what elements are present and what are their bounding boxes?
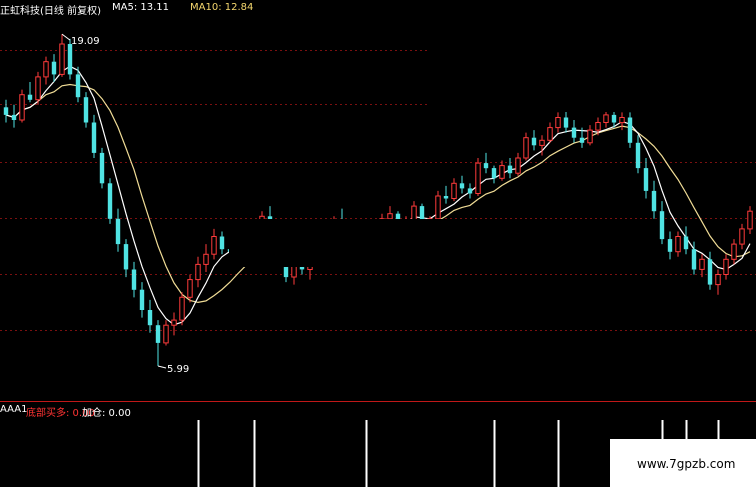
candle-body — [563, 117, 569, 128]
candle-body — [699, 258, 705, 270]
candle-body — [555, 117, 561, 129]
candle-body — [707, 259, 713, 285]
candle-body — [571, 127, 577, 138]
candle-body — [211, 236, 217, 255]
candle-body — [451, 182, 457, 200]
indicator-name: AAA1 — [0, 404, 28, 415]
candle-body — [131, 269, 137, 290]
chart-title: 正虹科技(日线 前复权) — [0, 6, 101, 17]
candle-body — [27, 94, 33, 100]
ma10-line — [5, 83, 751, 304]
overlay-block-middle — [229, 219, 526, 267]
candle-body — [107, 183, 113, 219]
candle-body — [115, 218, 121, 245]
candle-body — [147, 310, 153, 326]
overlay-block-top-right — [428, 0, 756, 112]
candle-body — [443, 196, 449, 199]
candle-body — [643, 168, 649, 191]
candle-body — [203, 253, 209, 265]
candle-body — [59, 43, 65, 75]
candle-body — [475, 162, 481, 195]
candle-body — [139, 289, 145, 310]
candle-body — [51, 61, 57, 75]
candle-body — [35, 76, 41, 101]
candle-body — [3, 107, 9, 115]
candle-body — [547, 127, 553, 141]
candle-body — [459, 183, 465, 189]
candle-body — [499, 165, 505, 179]
annotation-leader — [61, 33, 71, 41]
ma10-label: MA10: 12.84 — [190, 2, 254, 13]
candle-body — [691, 249, 697, 270]
annotation-label-low: 5.99 — [167, 364, 189, 375]
candle-body — [715, 274, 721, 286]
candle-body — [619, 117, 625, 124]
candle-body — [507, 165, 513, 174]
watermark-text: www.7gpzb.com — [637, 457, 736, 471]
candle-body — [651, 190, 657, 212]
candle-body — [91, 122, 97, 153]
candle-body — [723, 258, 729, 275]
candle-body — [747, 210, 753, 230]
annotation-leader — [157, 365, 167, 369]
candle-body — [595, 122, 601, 131]
candle-body — [163, 324, 169, 344]
candle-body — [483, 163, 489, 169]
candle-body — [123, 244, 129, 270]
candle-body — [187, 279, 193, 298]
candle-body — [539, 139, 545, 146]
candle-body — [99, 152, 105, 184]
candle-body — [531, 137, 537, 146]
watermark: www.7gpzb.com — [610, 439, 756, 487]
candle-body — [739, 228, 745, 245]
annotation-label-high: 19.09 — [71, 36, 100, 47]
candle-body — [179, 296, 185, 321]
candle-body — [579, 137, 585, 143]
candle-body — [19, 94, 25, 121]
candle-body — [11, 114, 17, 120]
candle-body — [635, 142, 641, 169]
candle-body — [155, 325, 161, 343]
candle-body — [195, 263, 201, 281]
candle-body — [683, 236, 689, 250]
candle-body — [659, 211, 665, 240]
candle-body — [467, 188, 473, 194]
ma5-label: MA5: 13.11 — [112, 2, 170, 13]
candle-body — [43, 61, 49, 78]
candle-body — [523, 137, 529, 159]
candle-body — [515, 157, 521, 174]
candle-body — [675, 236, 681, 253]
candle-body — [611, 114, 617, 123]
add-position-label: 加仓: 0.00 — [82, 408, 131, 419]
candle-body — [75, 74, 81, 98]
candle-body — [587, 129, 593, 144]
candle-body — [387, 213, 393, 220]
candle-body — [171, 319, 177, 326]
candle-body — [67, 44, 73, 75]
candle-body — [667, 239, 673, 252]
candle-body — [603, 114, 609, 124]
candle-body — [83, 97, 89, 123]
candle-body — [731, 243, 737, 260]
candle-body — [435, 195, 441, 220]
candle-body — [219, 236, 225, 250]
candle-body — [627, 117, 633, 143]
candle-body — [491, 168, 497, 179]
